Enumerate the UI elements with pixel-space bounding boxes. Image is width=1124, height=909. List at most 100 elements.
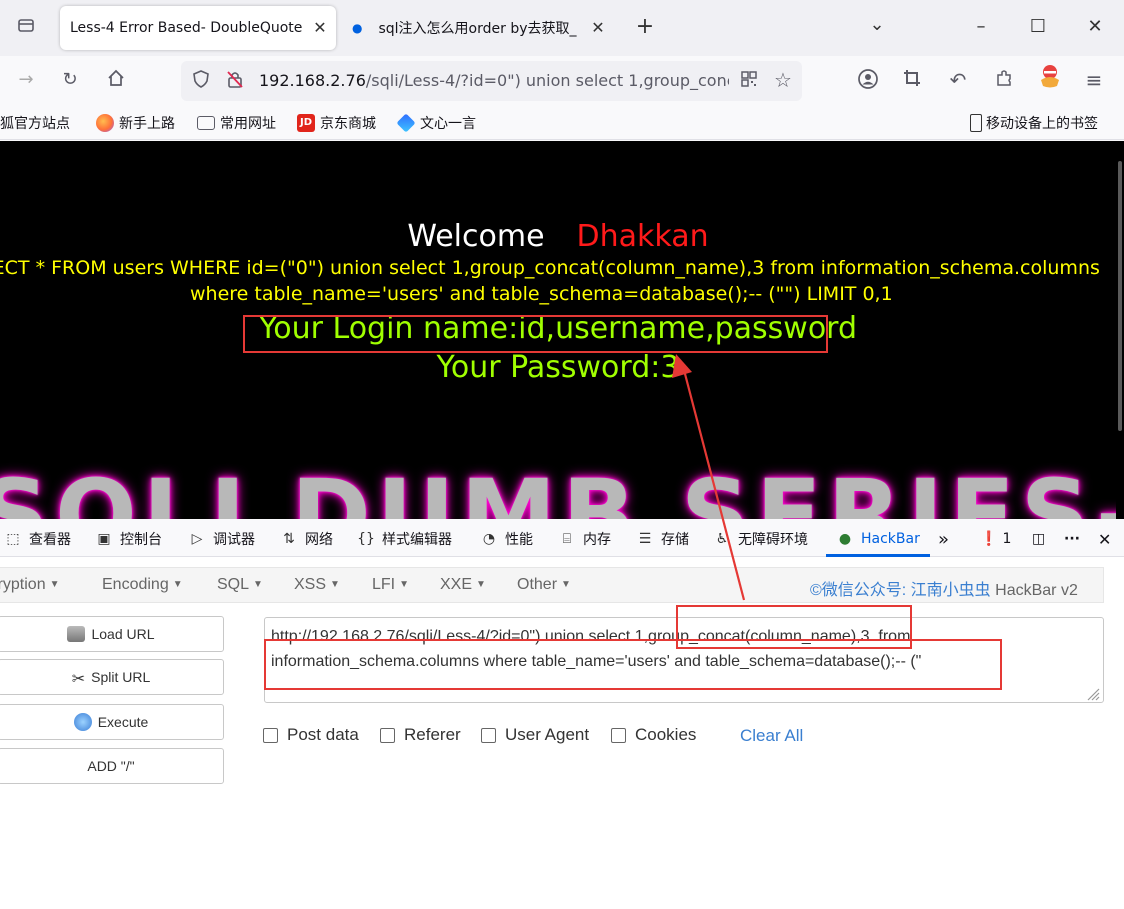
tab-console[interactable]: ▣ 控制台	[95, 529, 162, 549]
hackbar-icon: ●	[838, 531, 852, 547]
error-count-badge[interactable]: ❗ 1	[980, 529, 1011, 549]
resize-handle-icon[interactable]	[1084, 685, 1100, 701]
maximize-button[interactable]: ☐	[1023, 12, 1053, 42]
button-label: ADD "/"	[87, 758, 135, 774]
home-icon[interactable]	[104, 68, 128, 92]
url-text[interactable]: 192.168.2.76/sqli/Less-4/?id=0") union s…	[259, 71, 729, 90]
load-url-button[interactable]: Load URL	[0, 616, 224, 652]
execute-button[interactable]: Execute	[0, 704, 224, 740]
new-tab-button[interactable]: +	[630, 12, 660, 42]
shield-icon[interactable]	[189, 69, 213, 93]
tab-overview-icon[interactable]	[14, 15, 38, 39]
tab-label: 样式编辑器	[382, 532, 452, 548]
menu-label: Encryption	[0, 576, 46, 593]
tab-style-editor[interactable]: {} 样式编辑器	[357, 529, 452, 549]
close-icon[interactable]: ✕	[310, 18, 330, 38]
bookmark-jd[interactable]: JD 京东商城	[297, 114, 376, 132]
checkbox-box[interactable]	[380, 727, 395, 743]
menu-encoding[interactable]: Encoding ▼	[102, 576, 183, 594]
screenshot-crop-icon[interactable]	[900, 68, 924, 92]
bookmark-firefox-official[interactable]: 火狐官方站点	[0, 114, 70, 132]
forward-icon[interactable]: →	[14, 68, 38, 92]
bookmark-mobile[interactable]: 移动设备上的书签	[970, 114, 1098, 132]
menu-encryption[interactable]: Encryption▼	[0, 576, 60, 594]
devtools-menu-icon[interactable]: ···	[1064, 529, 1080, 549]
menu-label: XXE	[440, 576, 473, 593]
dock-side-icon[interactable]: ◫	[1032, 529, 1045, 549]
extensions-icon[interactable]	[992, 68, 1016, 92]
scrollbar-thumb[interactable]	[1118, 161, 1122, 431]
reload-icon[interactable]: ↻	[58, 68, 82, 92]
bookmark-label: 文心一言	[420, 116, 476, 132]
menu-label: Encoding	[102, 576, 169, 593]
user-agent-checkbox[interactable]: User Agent	[481, 725, 589, 745]
tab-less4[interactable]: Less-4 Error Based- DoubleQuotes ✕	[60, 6, 336, 50]
folder-icon	[197, 116, 215, 130]
checkbox-box[interactable]	[481, 727, 496, 743]
minimize-button[interactable]: –	[966, 12, 996, 42]
tab-label: 存储	[661, 532, 689, 548]
bookmark-label: 京东商城	[320, 116, 376, 132]
checkbox-label: Referer	[404, 725, 461, 744]
post-data-checkbox[interactable]: Post data	[263, 725, 359, 745]
inspector-icon: ⬚	[6, 531, 20, 547]
undo-arrow-icon[interactable]: ↶	[946, 68, 970, 92]
account-icon[interactable]	[856, 68, 880, 92]
qr-code-icon[interactable]	[737, 69, 761, 93]
menu-other[interactable]: Other ▼	[517, 576, 571, 594]
brand-link[interactable]: ©微信公众号: 江南小虫虫	[810, 582, 991, 599]
sql-query-line-1: SELECT * FROM users WHERE id=("0") union…	[0, 257, 1100, 279]
checkbox-box[interactable]	[263, 727, 278, 743]
brand-version: HackBar v2	[995, 582, 1078, 599]
tab-label: 性能	[505, 532, 533, 548]
welcome-line: Welcome Dhakkan	[0, 219, 1116, 254]
hackbar-menu: Encryption▼ Encoding▼ SQL▼ XSS▼ LFI▼ XXE…	[0, 567, 1104, 603]
menu-xxe[interactable]: XXE ▼	[440, 576, 486, 594]
close-window-button[interactable]: ✕	[1080, 12, 1110, 42]
welcome-text: Welcome	[407, 219, 545, 254]
checkbox-label: Cookies	[635, 725, 697, 744]
bookmark-wenxin[interactable]: 文心一言	[396, 113, 476, 133]
tab-accessibility[interactable]: ♿ 无障碍环境	[713, 529, 808, 549]
split-url-button[interactable]: ✂ Split URL	[0, 659, 224, 695]
page-scrollbar[interactable]	[1116, 141, 1124, 519]
menu-icon[interactable]: ≡	[1082, 68, 1106, 92]
tab-label: 内存	[583, 532, 611, 548]
bookmark-label: 火狐官方站点	[0, 116, 70, 132]
list-all-tabs-icon[interactable]: ⌄	[862, 10, 892, 40]
bookmark-star-icon[interactable]: ☆	[771, 68, 795, 92]
tab-sql-order-by[interactable]: ● sql注入怎么用order by去获取_ ✕	[344, 6, 614, 50]
tab-storage[interactable]: ☰ 存储	[636, 529, 689, 549]
menu-label: SQL	[217, 576, 250, 593]
menu-lfi[interactable]: LFI ▼	[372, 576, 409, 594]
hackbar-extension-icon[interactable]	[1038, 64, 1062, 88]
tab-title: sql注入怎么用order by去获取_	[378, 21, 577, 37]
button-label: Execute	[97, 714, 149, 730]
menu-xss[interactable]: XSS ▼	[294, 576, 340, 594]
tab-debugger[interactable]: ▷ 调试器	[188, 529, 255, 549]
bookmark-common-sites[interactable]: 常用网址	[197, 114, 276, 132]
error-icon: ❗	[980, 531, 998, 547]
checkbox-box[interactable]	[611, 727, 626, 743]
close-icon[interactable]: ✕	[588, 18, 608, 38]
tab-performance[interactable]: ◔ 性能	[480, 529, 533, 549]
cookies-checkbox[interactable]: Cookies	[611, 725, 696, 745]
tab-hackbar[interactable]: ● HackBar	[836, 529, 920, 549]
menu-sql[interactable]: SQL ▼	[217, 576, 263, 594]
bookmark-label: 移动设备上的书签	[986, 116, 1098, 132]
tab-dot-icon: ●	[352, 21, 363, 35]
accessibility-icon: ♿	[715, 531, 729, 547]
more-tabs-chevron-icon[interactable]: »	[938, 529, 949, 550]
bookmark-getting-started[interactable]: 新手上路	[96, 114, 175, 132]
devtools-tabs: ⬚ 查看器 ▣ 控制台 ▷ 调试器 ⇅ 网络 {} 样式编辑器 ◔ 性能 ⌸ 内存 ☰ 存储 ♿…	[0, 519, 1124, 557]
bookmark-label: 常用网址	[220, 116, 276, 132]
tab-memory[interactable]: ⌸ 内存	[558, 529, 611, 549]
add-slash-button[interactable]: ADD "/"	[0, 748, 224, 784]
tab-network[interactable]: ⇅ 网络	[280, 529, 333, 549]
close-devtools-icon[interactable]: ✕	[1098, 529, 1111, 549]
referer-checkbox[interactable]: Referer	[380, 725, 461, 745]
url-bar[interactable]: 192.168.2.76/sqli/Less-4/?id=0") union s…	[181, 61, 802, 101]
insecure-lock-icon[interactable]	[223, 69, 247, 93]
clear-all-link[interactable]: Clear All	[740, 726, 803, 746]
tab-inspector[interactable]: ⬚ 查看器	[4, 529, 71, 549]
